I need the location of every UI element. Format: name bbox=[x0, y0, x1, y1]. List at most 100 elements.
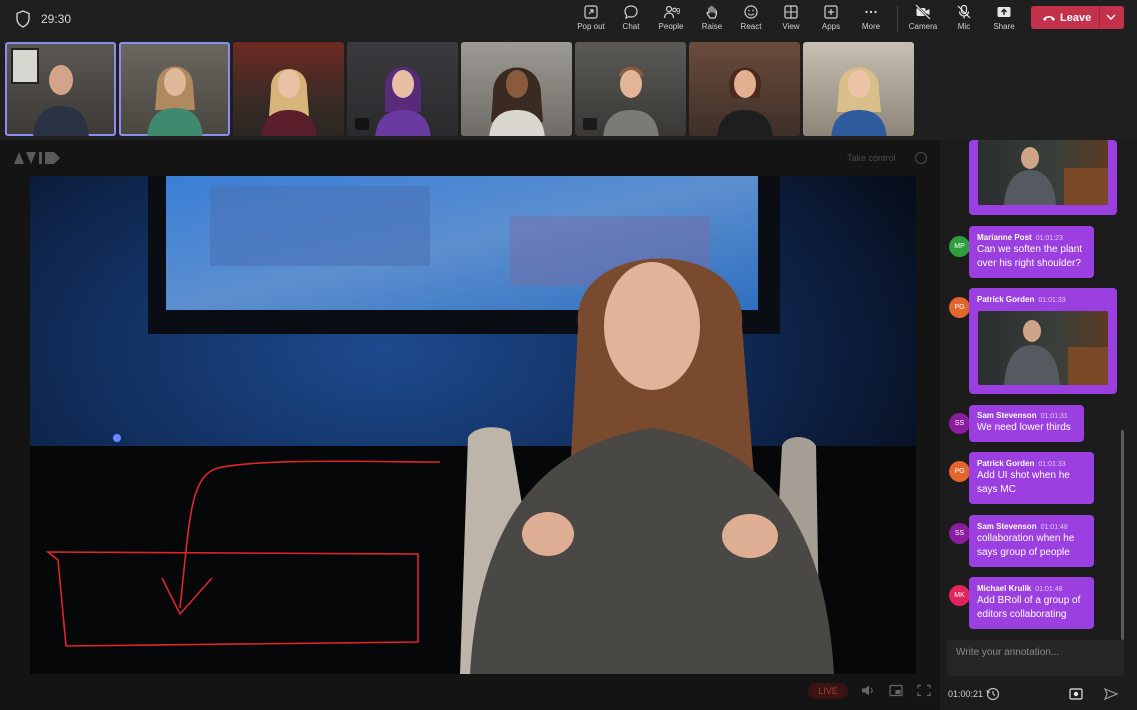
chat-label: Chat bbox=[622, 22, 640, 31]
message-timestamp: 01:01:33 bbox=[1038, 297, 1066, 304]
shared-content-stage: Take control LIVE bbox=[0, 140, 940, 710]
participant-tile[interactable] bbox=[119, 42, 230, 136]
avatar: PG bbox=[949, 297, 970, 318]
message-text: collaboration when he says group of peop… bbox=[977, 533, 1075, 558]
shield-icon bbox=[16, 10, 30, 28]
people-button[interactable]: 9 People bbox=[656, 4, 686, 36]
pop-out-icon bbox=[584, 5, 598, 19]
meeting-timer: 29:30 bbox=[41, 12, 72, 26]
participant-video bbox=[374, 67, 431, 136]
raise-label: Raise bbox=[701, 22, 723, 31]
participant-tile[interactable] bbox=[803, 42, 914, 136]
message-text: Add BRoll of a group of editors collabor… bbox=[977, 595, 1081, 620]
chat-message[interactable]: Michael Krulik 01:01:48 Add BRoll of a gr… bbox=[969, 577, 1094, 629]
camera-off-icon bbox=[915, 4, 931, 20]
react-label: React bbox=[740, 22, 762, 31]
view-label: View bbox=[782, 22, 800, 31]
participant-tile[interactable] bbox=[689, 42, 800, 136]
participant-video bbox=[260, 69, 317, 136]
camera-label: Camera bbox=[908, 22, 938, 31]
frame-thumbnail[interactable] bbox=[978, 140, 1108, 205]
avatar: MP bbox=[949, 236, 970, 257]
thumbnail-image bbox=[1004, 320, 1108, 385]
more-button[interactable]: More bbox=[860, 4, 882, 36]
frame-thumbnail[interactable] bbox=[978, 311, 1108, 385]
shared-video-frame[interactable] bbox=[30, 176, 916, 674]
message-text: Add UI shot when he says MC bbox=[977, 470, 1070, 495]
thumbnail-image bbox=[1004, 147, 1108, 205]
timecode: 01:00:21 bbox=[948, 689, 984, 699]
message-author: Marianne Post bbox=[977, 233, 1032, 242]
view-icon bbox=[784, 5, 798, 19]
apps-label: Apps bbox=[821, 22, 841, 31]
share-icon bbox=[997, 7, 1011, 17]
participant-tile[interactable] bbox=[5, 42, 116, 136]
volume-icon[interactable] bbox=[861, 684, 875, 697]
people-count: 9 bbox=[676, 7, 681, 16]
take-control-button[interactable]: Take control bbox=[847, 153, 896, 163]
camera-button[interactable]: Camera bbox=[907, 4, 939, 36]
participant-video bbox=[830, 67, 887, 136]
message-author: Michael Krulik bbox=[977, 584, 1032, 593]
avatar: SS bbox=[949, 413, 970, 434]
participant-tile[interactable] bbox=[347, 42, 458, 136]
fullscreen-icon[interactable] bbox=[917, 684, 931, 697]
picture-in-picture-icon[interactable] bbox=[889, 684, 903, 697]
hang-up-icon bbox=[1043, 15, 1055, 21]
mic-off-badge bbox=[355, 118, 369, 130]
avatar: PG bbox=[949, 461, 970, 482]
leave-button[interactable]: Leave bbox=[1031, 6, 1124, 29]
apps-icon bbox=[824, 5, 838, 19]
chevron-down-icon[interactable] bbox=[1106, 13, 1116, 21]
react-button[interactable]: React bbox=[739, 4, 763, 36]
participant-video bbox=[716, 67, 773, 136]
message-author: Sam Stevenson bbox=[977, 411, 1037, 420]
share-label: Share bbox=[993, 22, 1015, 31]
participant-tile[interactable] bbox=[233, 42, 344, 136]
message-timestamp: 01:01:48 bbox=[1035, 586, 1063, 593]
chat-message-image[interactable]: Patrick Gorden 01:01:33 bbox=[969, 288, 1117, 394]
message-timestamp: 01:01:23 bbox=[1035, 235, 1063, 242]
people-label: People bbox=[658, 22, 684, 31]
apps-button[interactable]: Apps bbox=[820, 4, 842, 36]
live-badge[interactable]: LIVE bbox=[808, 683, 848, 699]
mic-off-badge bbox=[583, 118, 597, 130]
screenshot-annotate-icon[interactable] bbox=[1069, 687, 1083, 701]
interview-video bbox=[30, 176, 916, 674]
chat-message[interactable]: Patrick Gorden 01:01:33 Add UI shot when … bbox=[969, 452, 1094, 504]
panel-scrollbar[interactable] bbox=[1121, 430, 1124, 640]
message-author: Patrick Gorden bbox=[977, 459, 1035, 468]
participant-video bbox=[488, 67, 545, 136]
participant-tile[interactable] bbox=[575, 42, 686, 136]
chat-button[interactable]: Chat bbox=[620, 4, 642, 36]
more-label: More bbox=[861, 22, 881, 31]
message-text: Can we soften the plant over his right s… bbox=[977, 244, 1083, 269]
view-button[interactable]: View bbox=[780, 4, 802, 36]
pop-out-button[interactable]: Pop out bbox=[576, 4, 606, 36]
react-icon bbox=[744, 5, 758, 19]
chat-message[interactable]: Sam Stevenson 01:01:48 collaboration when… bbox=[969, 515, 1094, 567]
chat-icon bbox=[624, 5, 638, 20]
leave-divider bbox=[1099, 6, 1100, 29]
participant-tile[interactable] bbox=[461, 42, 572, 136]
raise-hand-button[interactable]: Raise bbox=[700, 4, 724, 36]
mic-button[interactable]: Mic bbox=[953, 4, 975, 36]
annotation-input[interactable]: Write your annotation... bbox=[947, 640, 1124, 676]
mic-label: Mic bbox=[957, 22, 971, 31]
share-button[interactable]: Share bbox=[991, 4, 1017, 36]
pop-out-label: Pop out bbox=[577, 22, 605, 31]
participant-video bbox=[602, 67, 659, 136]
leave-label: Leave bbox=[1060, 11, 1092, 24]
chat-message[interactable]: Sam Stevenson 01:01:31 We need lower thir… bbox=[969, 405, 1084, 442]
send-icon[interactable] bbox=[1104, 687, 1118, 701]
history-icon[interactable] bbox=[986, 687, 1000, 701]
raise-hand-icon bbox=[706, 5, 718, 19]
more-icon bbox=[865, 10, 877, 14]
chat-message[interactable]: Marianne Post 01:01:23 Can we soften the … bbox=[969, 226, 1094, 278]
info-icon[interactable] bbox=[915, 152, 927, 164]
toolbar-divider bbox=[897, 6, 898, 32]
message-timestamp: 01:01:31 bbox=[1040, 413, 1068, 420]
avatar: SS bbox=[949, 523, 970, 544]
message-timestamp: 01:01:48 bbox=[1040, 524, 1068, 531]
chat-message-image[interactable] bbox=[969, 140, 1117, 215]
